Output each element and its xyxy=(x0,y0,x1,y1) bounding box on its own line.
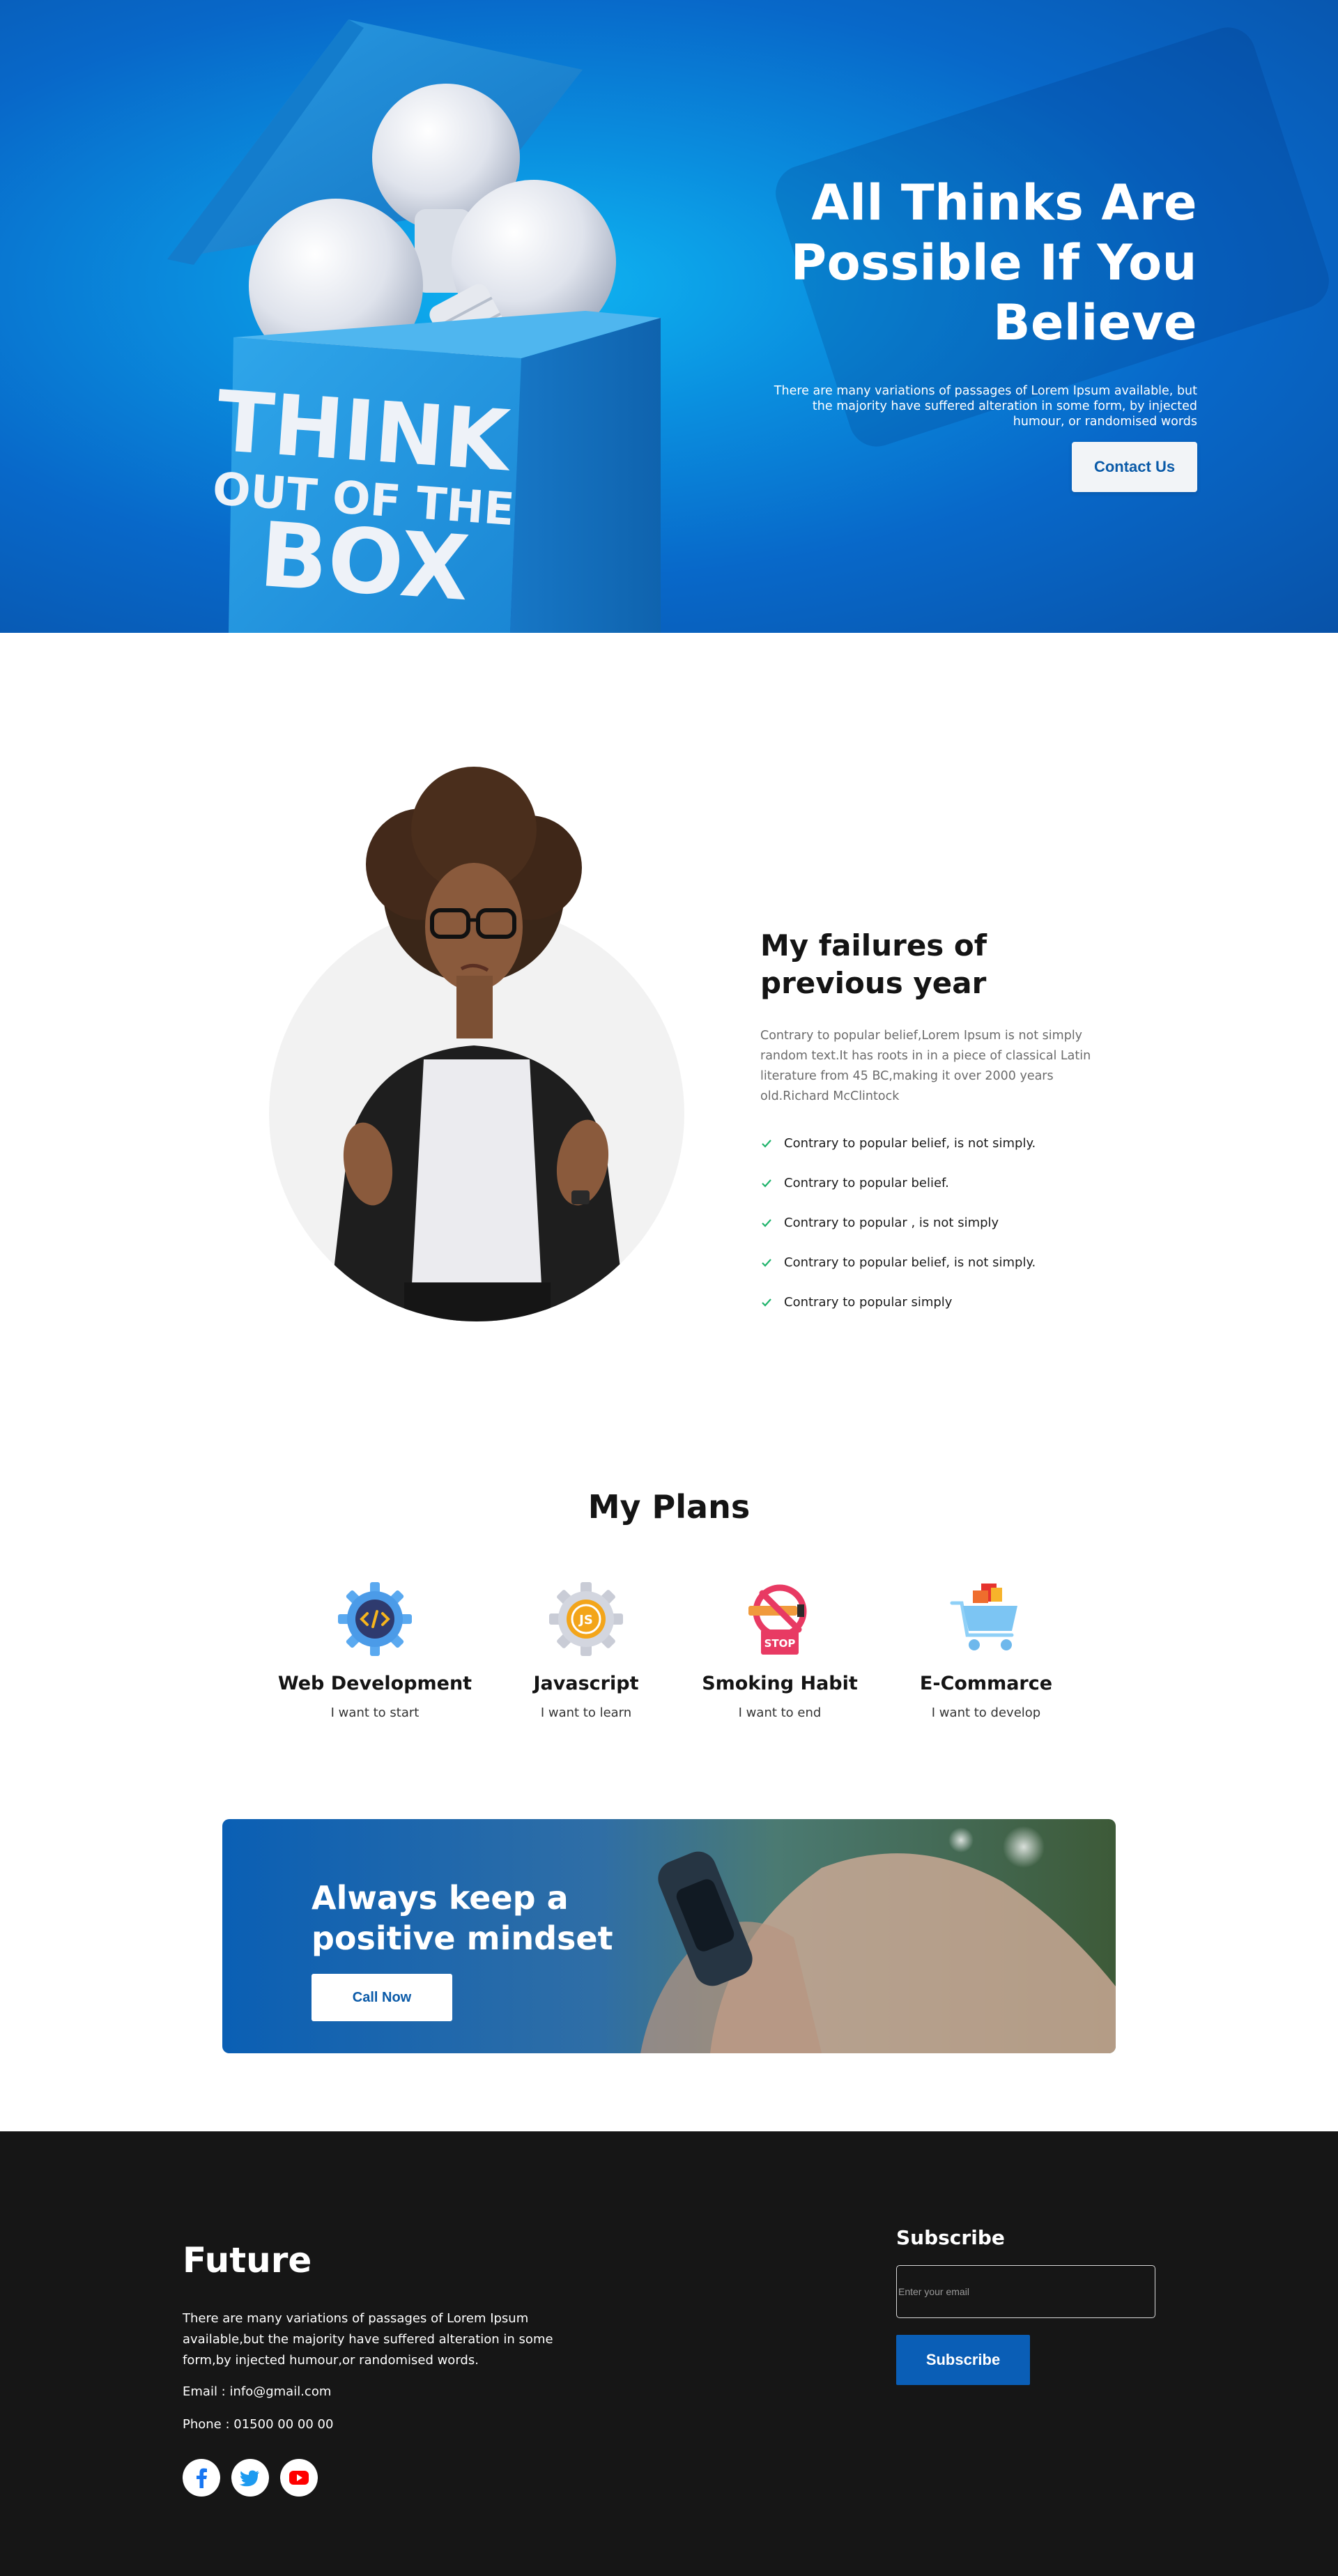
list-item: Contrary to popular , is not simply xyxy=(760,1203,1095,1243)
youtube-link[interactable] xyxy=(280,2459,318,2497)
check-icon xyxy=(762,1218,771,1227)
check-icon xyxy=(762,1298,771,1307)
subscribe-button[interactable]: Subscribe xyxy=(896,2335,1030,2385)
think-out-of-the-box-image: THINK OUT OF THE BOX xyxy=(167,20,661,633)
woman-portrait-image xyxy=(269,767,684,1321)
facebook-link[interactable] xyxy=(183,2459,220,2497)
failures-title: My failures of previous year xyxy=(760,928,987,1000)
plan-name: Web Development xyxy=(277,1673,472,1694)
list-item: Contrary to popular belief, is not simpl… xyxy=(760,1243,1095,1282)
list-item-text: Contrary to popular simply xyxy=(784,1295,953,1310)
plan-card-smoking-habit: STOP Smoking Habit I want to end xyxy=(679,1581,881,1720)
footer-phone: Phone : 01500 00 00 00 xyxy=(183,2417,334,2432)
twitter-link[interactable] xyxy=(231,2459,269,2497)
code-gear-icon xyxy=(338,1582,412,1656)
hero-text-block: All Thinks Are Possible If You Believe T… xyxy=(765,173,1197,492)
list-item-text: Contrary to popular belief, is not simpl… xyxy=(784,1136,1036,1151)
list-item: Contrary to popular belief. xyxy=(760,1163,1095,1203)
stop-sign-text: STOP xyxy=(764,1637,796,1650)
hero-section: THINK OUT OF THE BOX All Thinks Are Poss… xyxy=(0,0,1338,633)
cta-title: Always keep a positive mindset xyxy=(312,1879,613,1957)
plan-name: E-Commarce xyxy=(919,1673,1053,1694)
list-item-text: Contrary to popular , is not simply xyxy=(784,1216,999,1230)
list-item: Contrary to popular simply xyxy=(760,1282,1095,1322)
call-now-button[interactable]: Call Now xyxy=(312,1974,452,2021)
plan-description: I want to develop xyxy=(931,1705,1041,1720)
hero-title: All Thinks Are Possible If You Believe xyxy=(790,174,1197,351)
plan-card-e-commerce: E-Commarce I want to develop xyxy=(885,1581,1087,1720)
check-icon xyxy=(762,1139,771,1148)
list-item-text: Contrary to popular belief, is not simpl… xyxy=(784,1255,1036,1270)
footer: Future There are many variations of pass… xyxy=(0,2131,1338,2576)
email-input[interactable] xyxy=(896,2265,1155,2318)
plan-description: I want to end xyxy=(738,1705,822,1720)
facebook-icon xyxy=(197,2468,207,2488)
positive-mindset-banner: Always keep a positive mindset Call Now xyxy=(222,1819,1116,2053)
subscribe-title: Subscribe xyxy=(896,2226,1005,2249)
plan-card-web-development: Web Development I want to start xyxy=(274,1581,476,1720)
svg-text:JS: JS xyxy=(578,1613,593,1627)
no-smoking-icon: STOP xyxy=(748,1584,807,1655)
shopping-cart-icon xyxy=(950,1584,1017,1650)
failures-text-block: My failures of previous year Contrary to… xyxy=(760,927,1095,1322)
footer-brand: Future xyxy=(183,2240,312,2280)
box-text-box: BOX xyxy=(256,503,472,622)
plan-card-javascript: JS Javascript I want to learn xyxy=(485,1581,687,1720)
plans-title: My Plans xyxy=(587,1488,751,1526)
plan-name: Smoking Habit xyxy=(702,1673,858,1694)
footer-description: There are many variations of passages of… xyxy=(183,2311,553,2368)
plan-description: I want to start xyxy=(330,1705,420,1720)
hero-subtitle: There are many variations of passages of… xyxy=(774,384,1197,429)
javascript-gear-icon: JS xyxy=(549,1582,623,1656)
footer-email: Email : info@gmail.com xyxy=(183,2384,332,2399)
plan-description: I want to learn xyxy=(540,1705,632,1720)
failures-list: Contrary to popular belief, is not simpl… xyxy=(760,1124,1095,1322)
contact-us-button[interactable]: Contact Us xyxy=(1072,442,1197,492)
list-item-text: Contrary to popular belief. xyxy=(784,1176,949,1190)
check-icon xyxy=(762,1179,771,1188)
failures-paragraph: Contrary to popular belief,Lorem Ipsum i… xyxy=(760,1029,1091,1103)
check-icon xyxy=(762,1258,771,1267)
twitter-icon xyxy=(239,2470,259,2487)
plan-name: Javascript xyxy=(533,1673,639,1694)
list-item: Contrary to popular belief, is not simpl… xyxy=(760,1124,1095,1163)
youtube-icon xyxy=(289,2471,309,2485)
